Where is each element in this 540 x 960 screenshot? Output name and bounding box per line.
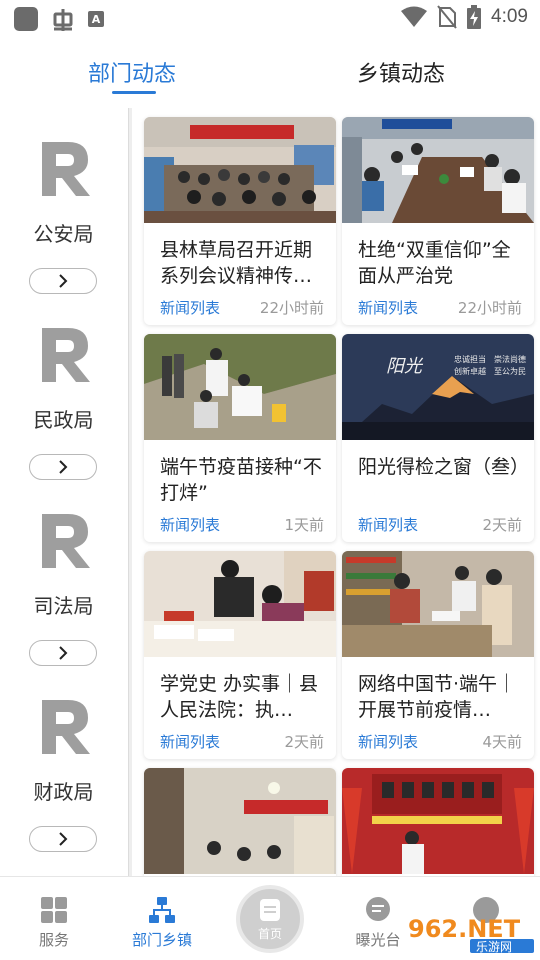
news-time: 2天前 xyxy=(482,516,522,534)
bug-icon xyxy=(53,9,73,31)
news-category[interactable]: 新闻列表 xyxy=(160,731,220,752)
news-card[interactable]: 县林草局召开近期系列会议精神传… 新闻列表 22小时前 xyxy=(144,117,336,325)
news-category[interactable]: 新闻列表 xyxy=(160,297,220,318)
banner-slogan: 忠诚担当 崇法尚德 创新卓越 至公为民 xyxy=(454,355,526,376)
news-category[interactable]: 新闻列表 xyxy=(358,514,418,535)
news-category[interactable]: 新闻列表 xyxy=(160,514,220,535)
news-time: 1天前 xyxy=(284,516,324,534)
home-doc-icon xyxy=(260,898,280,921)
classroom-photo xyxy=(144,768,336,874)
news-title: 网络中国节·端午｜开展节前疫情… xyxy=(358,673,517,721)
news-card[interactable] xyxy=(144,768,336,876)
banner-script: 阳光 xyxy=(386,356,422,377)
bottom-navigation: 服务 部门乡镇 首页 曝光台 962.NET 乐游网 xyxy=(0,876,540,960)
chevron-right-icon xyxy=(59,832,68,846)
r-logo-icon xyxy=(42,700,90,754)
tab-department-news[interactable]: 部门动态 xyxy=(88,56,176,88)
news-title: 阳光得检之窗（叁） xyxy=(358,456,522,478)
wifi-icon xyxy=(401,6,428,27)
nav-home[interactable]: 首页 xyxy=(236,885,304,953)
grid-icon xyxy=(41,897,67,923)
stage-speech-photo xyxy=(342,768,534,874)
no-sim-icon xyxy=(437,5,457,29)
r-logo-icon xyxy=(42,142,90,196)
news-title: 杜绝“双重信仰”全面从严治党 xyxy=(358,239,511,287)
meeting-table-photo xyxy=(342,117,534,223)
news-grid: 县林草局召开近期系列会议精神传… 新闻列表 22小时前 杜绝“双重信仰”全面从严… xyxy=(136,108,540,876)
clock: 4:09 xyxy=(491,6,528,27)
nav-service[interactable]: 服务 xyxy=(14,895,94,950)
chevron-right-icon xyxy=(59,460,68,474)
department-name: 财政局 xyxy=(33,780,94,804)
news-category[interactable]: 新闻列表 xyxy=(358,297,418,318)
news-time: 22小时前 xyxy=(259,299,324,317)
news-card[interactable] xyxy=(342,768,534,876)
nav-label: 首页 xyxy=(257,926,282,941)
news-time: 4天前 xyxy=(482,733,522,751)
watermark-logo: 962.NET 乐游网 xyxy=(408,915,534,953)
meeting-hall-photo xyxy=(144,117,336,223)
chevron-right-icon xyxy=(59,646,68,660)
news-card[interactable]: 忠诚担当 崇法尚德 创新卓越 至公为民 阳光 阳光得检之窗（叁） 新闻列表 2天… xyxy=(342,334,534,542)
chevron-right-icon xyxy=(59,274,68,288)
news-time: 22小时前 xyxy=(457,299,522,317)
department-name: 司法局 xyxy=(33,594,94,618)
news-card[interactable]: 杜绝“双重信仰”全面从严治党 新闻列表 22小时前 xyxy=(342,117,534,325)
signing-documents-photo xyxy=(144,551,336,657)
vaccination-photo xyxy=(144,334,336,440)
news-card[interactable]: 学党史 办实事｜县人民法院：执… 新闻列表 2天前 xyxy=(144,551,336,759)
speech-bubble-icon xyxy=(366,897,390,921)
expand-button[interactable] xyxy=(29,826,97,852)
top-tabs: 部门动态 乡镇动态 xyxy=(0,38,540,100)
department-name: 民政局 xyxy=(33,408,94,432)
news-card[interactable]: 端午节疫苗接种“不打烊” 新闻列表 1天前 xyxy=(144,334,336,542)
sidebar-divider xyxy=(128,108,132,876)
shop-inspection-photo xyxy=(342,551,534,657)
tab-township-news[interactable]: 乡镇动态 xyxy=(357,56,445,88)
news-title: 端午节疫苗接种“不打烊” xyxy=(160,456,322,504)
watermark-subtext: 乐游网 xyxy=(476,940,512,953)
a-box-icon: A xyxy=(88,11,104,27)
r-logo-icon xyxy=(42,328,90,382)
nav-label: 部门乡镇 xyxy=(131,931,192,949)
r-logo-icon xyxy=(42,514,90,568)
app-square-icon xyxy=(14,7,38,31)
news-time: 2天前 xyxy=(284,733,324,751)
department-name: 公安局 xyxy=(33,222,94,246)
news-title: 县林草局召开近期系列会议精神传… xyxy=(160,239,313,287)
news-category[interactable]: 新闻列表 xyxy=(358,731,418,752)
mountain-banner-photo xyxy=(342,334,534,440)
status-bar: A 4:09 xyxy=(0,0,540,38)
expand-button[interactable] xyxy=(29,640,97,666)
expand-button[interactable] xyxy=(29,454,97,480)
org-chart-icon xyxy=(149,897,175,923)
news-title: 学党史 办实事｜县人民法院：执… xyxy=(160,673,319,721)
active-tab-indicator xyxy=(112,91,156,94)
expand-button[interactable] xyxy=(29,268,97,294)
nav-label: 服务 xyxy=(38,931,69,949)
news-card[interactable]: 网络中国节·端午｜开展节前疫情… 新闻列表 4天前 xyxy=(342,551,534,759)
battery-charging-icon xyxy=(467,5,482,29)
watermark-text: 962.NET xyxy=(408,915,521,943)
nav-department-town[interactable]: 部门乡镇 xyxy=(122,895,202,950)
department-sidebar: 公安局 民政局 司法局 财政局 xyxy=(0,108,127,876)
